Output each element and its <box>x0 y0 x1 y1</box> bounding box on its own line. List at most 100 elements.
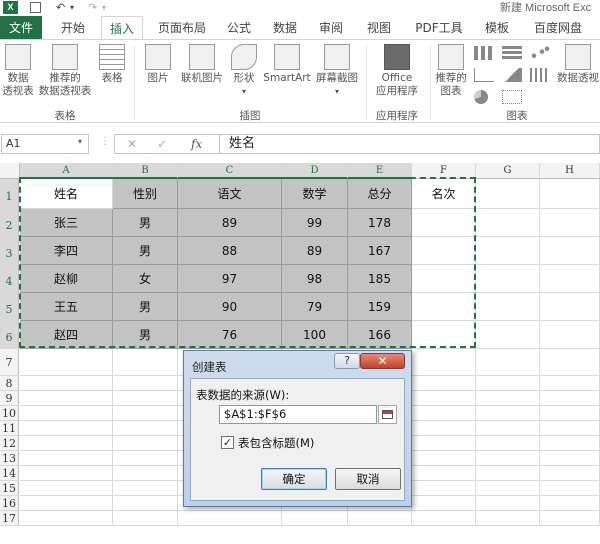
cell-g7[interactable] <box>476 349 540 376</box>
row-header-4[interactable]: 4 <box>0 265 19 293</box>
row-header-14[interactable]: 14 <box>0 466 19 481</box>
cell-f11[interactable] <box>412 421 476 436</box>
cell-d6[interactable]: 100 <box>282 321 348 349</box>
cell-f13[interactable] <box>412 451 476 466</box>
smartart-button[interactable]: SmartArt <box>262 44 312 85</box>
cell-c6[interactable]: 76 <box>178 321 282 349</box>
cell-h14[interactable] <box>540 466 600 481</box>
cell-b15[interactable] <box>113 481 178 496</box>
cell-a11[interactable] <box>20 421 113 436</box>
cell-b4[interactable]: 女 <box>113 265 178 293</box>
cell-e4[interactable]: 185 <box>348 265 412 293</box>
cell-h2[interactable] <box>540 209 600 237</box>
cell-a5[interactable]: 王五 <box>20 293 113 321</box>
cell-b12[interactable] <box>113 436 178 451</box>
column-header-c[interactable]: C <box>178 163 282 179</box>
range-input[interactable]: $A$1:$F$6 <box>219 405 377 424</box>
online-picture-button[interactable]: 联机图片 <box>178 44 226 85</box>
cell-b13[interactable] <box>113 451 178 466</box>
row-header-11[interactable]: 11 <box>0 421 19 436</box>
cell-e17[interactable] <box>348 511 412 526</box>
cell-f16[interactable] <box>412 496 476 511</box>
ok-button[interactable]: 确定 <box>261 468 327 490</box>
cell-g3[interactable] <box>476 237 540 265</box>
cell-a9[interactable] <box>20 391 113 406</box>
cell-b16[interactable] <box>113 496 178 511</box>
cell-h16[interactable] <box>540 496 600 511</box>
collapse-dialog-button[interactable] <box>378 405 397 424</box>
row-header-16[interactable]: 16 <box>0 496 19 511</box>
undo-icon[interactable]: ↶ <box>56 0 65 16</box>
column-header-h[interactable]: H <box>540 163 600 179</box>
cancel-entry-icon[interactable]: ✕ <box>127 137 137 151</box>
bar-chart-icon[interactable] <box>502 46 522 60</box>
cell-d1[interactable]: 数学 <box>282 179 348 209</box>
select-all-corner[interactable] <box>0 163 20 179</box>
cell-h13[interactable] <box>540 451 600 466</box>
cell-a14[interactable] <box>20 466 113 481</box>
cell-g17[interactable] <box>476 511 540 526</box>
cell-h8[interactable] <box>540 376 600 391</box>
cell-a3[interactable]: 李四 <box>20 237 113 265</box>
name-box[interactable]: A1 <box>1 134 89 154</box>
cell-b3[interactable]: 男 <box>113 237 178 265</box>
column-header-e[interactable]: E <box>348 163 412 179</box>
cell-d2[interactable]: 99 <box>282 209 348 237</box>
cell-f6[interactable] <box>412 321 476 349</box>
row-header-1[interactable]: 1 <box>0 179 19 209</box>
tab-home[interactable]: 开始 <box>50 16 96 40</box>
cell-a1[interactable]: 姓名 <box>20 179 113 209</box>
combo-chart-icon[interactable] <box>502 90 522 104</box>
cell-b14[interactable] <box>113 466 178 481</box>
close-button[interactable]: ✕ <box>360 353 405 369</box>
tab-page-layout[interactable]: 页面布局 <box>150 16 214 40</box>
cell-a17[interactable] <box>20 511 113 526</box>
insert-function-icon[interactable]: fx <box>191 137 202 151</box>
formula-input[interactable]: 姓名 <box>219 134 600 154</box>
cell-g15[interactable] <box>476 481 540 496</box>
cell-b1[interactable]: 性别 <box>113 179 178 209</box>
picture-button[interactable]: 图片 <box>140 44 176 85</box>
tab-baidu-pan[interactable]: 百度网盘 <box>524 16 592 40</box>
headers-checkbox[interactable]: ✓ <box>221 436 234 449</box>
area-chart-icon[interactable] <box>502 68 522 82</box>
column-header-d[interactable]: D <box>282 163 348 179</box>
recommended-pivot-button[interactable]: 推荐的 数据透视表 <box>36 44 94 98</box>
cell-a6[interactable]: 赵四 <box>20 321 113 349</box>
cancel-button[interactable]: 取消 <box>335 468 401 490</box>
cell-a10[interactable] <box>20 406 113 421</box>
cell-f8[interactable] <box>412 376 476 391</box>
screenshot-button[interactable]: 屏幕截图 ▾ <box>312 44 362 98</box>
cell-e1[interactable]: 总分 <box>348 179 412 209</box>
cell-e2[interactable]: 178 <box>348 209 412 237</box>
cell-b6[interactable]: 男 <box>113 321 178 349</box>
cell-f1[interactable]: 名次 <box>412 179 476 209</box>
cell-b2[interactable]: 男 <box>113 209 178 237</box>
column-header-g[interactable]: G <box>476 163 540 179</box>
recommended-charts-button[interactable]: 推荐的 图表 <box>432 44 470 98</box>
confirm-entry-icon[interactable]: ✓ <box>157 137 167 151</box>
pie-chart-icon[interactable] <box>474 90 488 104</box>
tab-formulas[interactable]: 公式 <box>220 16 258 40</box>
cell-h3[interactable] <box>540 237 600 265</box>
row-header-9[interactable]: 9 <box>0 391 19 406</box>
pivot-chart-button[interactable]: 数据透视 <box>556 44 600 85</box>
column-header-f[interactable]: F <box>412 163 476 179</box>
cell-f9[interactable] <box>412 391 476 406</box>
tab-review[interactable]: 审阅 <box>312 16 350 40</box>
cell-b5[interactable]: 男 <box>113 293 178 321</box>
cell-f10[interactable] <box>412 406 476 421</box>
cell-f14[interactable] <box>412 466 476 481</box>
row-header-2[interactable]: 2 <box>0 209 19 237</box>
cell-h11[interactable] <box>540 421 600 436</box>
cell-d17[interactable] <box>282 511 348 526</box>
cell-h15[interactable] <box>540 481 600 496</box>
cell-a7[interactable] <box>20 349 113 376</box>
redo-icon[interactable]: ↷ <box>88 0 97 16</box>
row-header-5[interactable]: 5 <box>0 293 19 321</box>
cell-c4[interactable]: 97 <box>178 265 282 293</box>
cell-a8[interactable] <box>20 376 113 391</box>
cell-h7[interactable] <box>540 349 600 376</box>
column-header-a[interactable]: A <box>20 163 113 179</box>
cell-g16[interactable] <box>476 496 540 511</box>
